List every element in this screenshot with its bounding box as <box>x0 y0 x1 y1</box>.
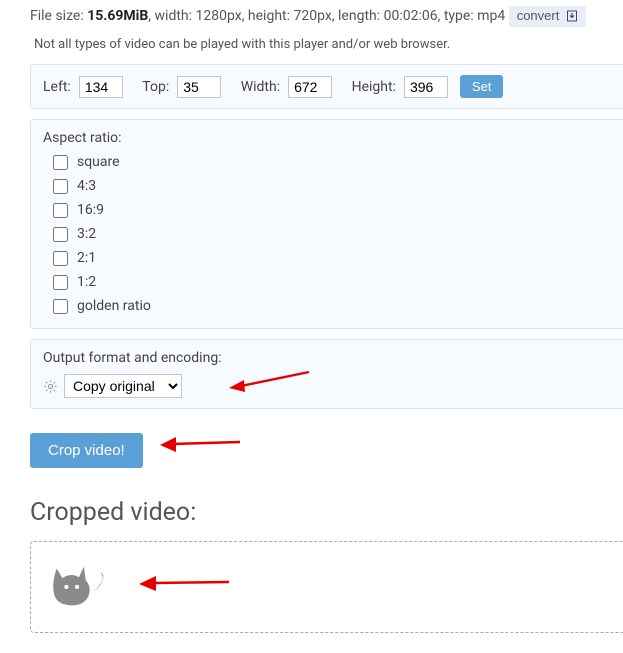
crop-video-button[interactable]: Crop video! <box>30 433 143 468</box>
crop-coords-panel: Left: Top: Width: Height: Set <box>30 64 623 109</box>
aspect-option: golden ratio <box>49 294 611 318</box>
aspect-label: 3:2 <box>77 222 96 246</box>
aspect-label: 1:2 <box>77 270 96 294</box>
aspect-checkbox-square[interactable] <box>53 155 68 170</box>
aspect-checkbox-2-1[interactable] <box>53 251 68 266</box>
left-label: Left: <box>43 79 71 95</box>
aspect-label: 16:9 <box>77 198 104 222</box>
cropped-video-dropzone[interactable] <box>30 541 623 633</box>
aspect-label: 2:1 <box>77 246 96 270</box>
aspect-checkbox-golden[interactable] <box>53 299 68 314</box>
player-notice: Not all types of video can be played wit… <box>34 37 623 52</box>
top-input[interactable] <box>177 76 221 98</box>
width-input[interactable] <box>288 76 332 98</box>
output-format-select[interactable]: Copy original <box>64 374 182 398</box>
aspect-panel: Aspect ratio: square 4:3 16:9 3:2 2:1 1:… <box>30 119 623 329</box>
file-length-value: 00:02:06 <box>384 8 438 24</box>
output-format-title: Output format and encoding: <box>43 350 611 366</box>
convert-button[interactable]: convert <box>509 6 586 27</box>
file-size-label: File size: <box>30 8 87 24</box>
annotation-arrow-icon <box>139 572 231 594</box>
file-info: File size: 15.69MiB, width: 1280px, heig… <box>30 6 623 27</box>
height-input[interactable] <box>404 76 448 98</box>
aspect-title: Aspect ratio: <box>43 130 611 146</box>
cat-placeholder-icon <box>47 598 109 614</box>
aspect-option: 1:2 <box>49 270 611 294</box>
file-width-value: 1280px <box>196 8 242 24</box>
annotation-arrow-icon <box>160 433 242 455</box>
width-label: Width: <box>241 79 280 95</box>
convert-button-label: convert <box>517 8 560 23</box>
aspect-label: 4:3 <box>77 174 96 198</box>
height-label: Height: <box>352 79 396 95</box>
gear-icon <box>43 379 58 394</box>
aspect-option: 3:2 <box>49 222 611 246</box>
file-type-value: mp4 <box>477 8 505 24</box>
aspect-checkbox-1-2[interactable] <box>53 275 68 290</box>
aspect-option: square <box>49 150 611 174</box>
output-format-panel: Output format and encoding: Copy origina… <box>30 339 623 409</box>
aspect-option: 16:9 <box>49 198 611 222</box>
download-icon <box>566 10 578 25</box>
set-button[interactable]: Set <box>460 75 504 98</box>
top-label: Top: <box>142 79 169 95</box>
file-height-value: 720px <box>293 8 331 24</box>
left-input[interactable] <box>79 76 123 98</box>
file-size-value: 15.69MiB <box>87 8 148 24</box>
aspect-label: square <box>77 150 120 174</box>
aspect-label: golden ratio <box>77 294 151 318</box>
aspect-checkbox-3-2[interactable] <box>53 227 68 242</box>
aspect-option: 4:3 <box>49 174 611 198</box>
aspect-checkbox-16-9[interactable] <box>53 203 68 218</box>
aspect-checkbox-4-3[interactable] <box>53 179 68 194</box>
cropped-video-heading: Cropped video: <box>30 498 623 527</box>
aspect-option: 2:1 <box>49 246 611 270</box>
